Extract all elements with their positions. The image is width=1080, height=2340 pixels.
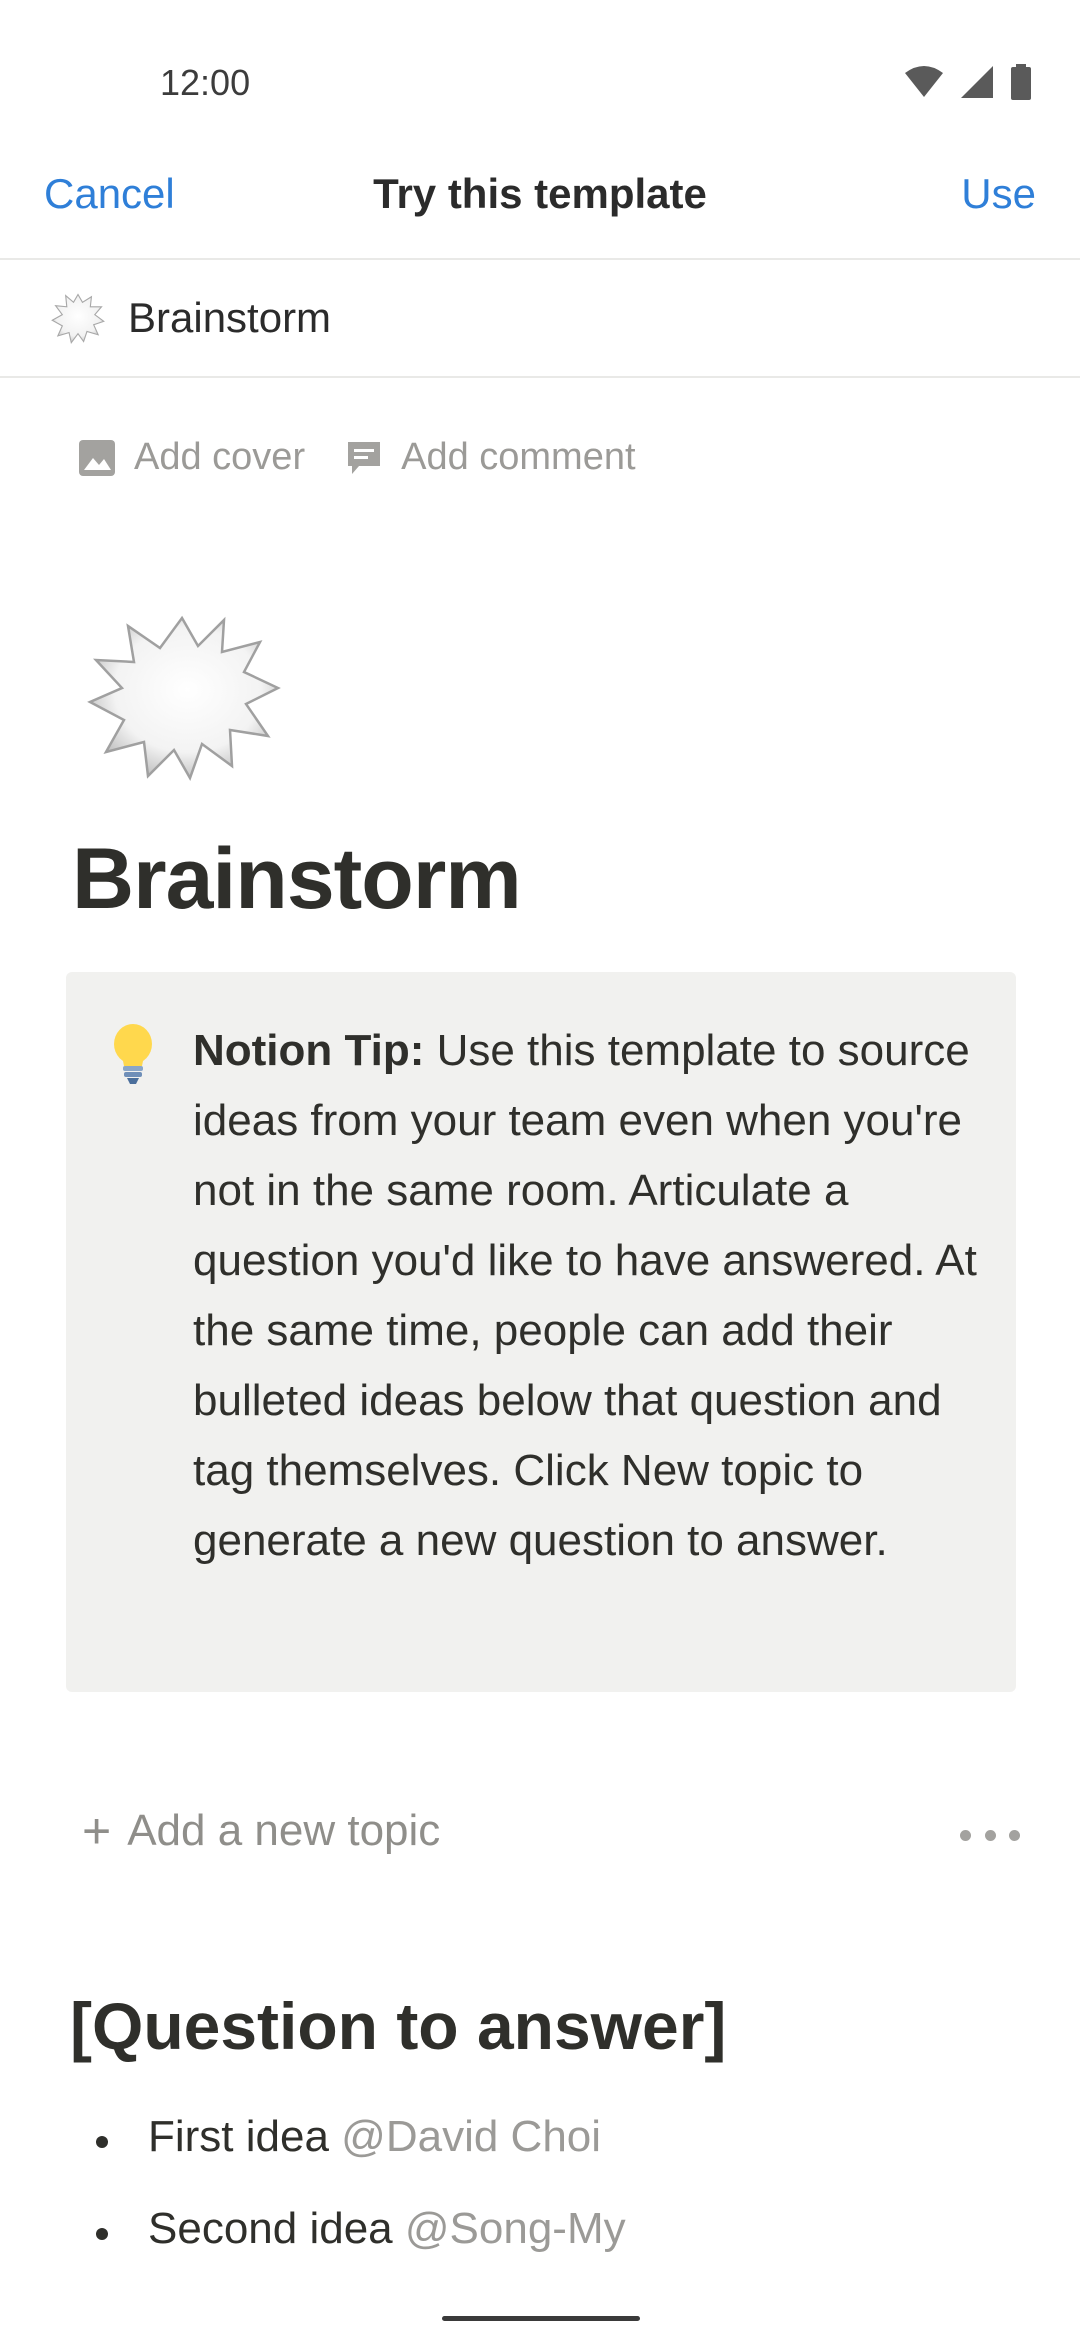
status-bar: 12:00 [0,0,1080,150]
page-title: Brainstorm [72,831,522,927]
ideas-list: First idea @David Choi Second idea @Song… [92,2112,626,2296]
idea-text: Second idea [148,2204,405,2253]
add-comment-label: Add comment [401,436,636,478]
add-comment-button[interactable]: Add comment [345,436,636,479]
home-indicator[interactable] [442,2316,640,2321]
page-actions: Add cover Add comment [78,436,676,479]
add-new-topic-button[interactable]: + Add a new topic [82,1806,440,1856]
light-bulb-icon [114,1024,152,1084]
template-name-row: Brainstorm [0,260,1080,378]
wifi-icon [905,66,943,97]
more-icon[interactable] [960,1820,1020,1850]
speech-burst-icon[interactable] [84,600,284,790]
screen: 12:00 Cancel Try this template Use Brain… [0,0,1080,2340]
cell-signal-icon [961,66,993,98]
add-cover-button[interactable]: Add cover [78,436,305,479]
notion-tip-callout[interactable]: Notion Tip: Use this template to source … [66,972,1016,1692]
idea-text: First idea [148,2112,342,2161]
header-title: Try this template [373,170,707,217]
callout-bold-label: Notion Tip: [193,1026,425,1075]
status-icons [904,62,1032,102]
add-topic-label: Add a new topic [127,1806,441,1855]
plus-icon: + [82,1803,112,1859]
list-item[interactable]: First idea @David Choi [92,2112,626,2204]
list-item[interactable]: Second idea @Song-My [92,2204,626,2296]
callout-body: Use this template to source ideas from y… [193,1026,977,1565]
image-icon [79,439,115,476]
use-template-button[interactable]: Use [961,170,1036,218]
status-time: 12:00 [160,62,251,103]
speech-burst-icon [51,293,105,344]
comment-icon [348,441,381,474]
user-mention[interactable]: @Song-My [405,2204,626,2253]
callout-text: Notion Tip: Use this template to source … [193,1016,983,1576]
add-cover-label: Add cover [134,436,306,478]
user-mention[interactable]: @David Choi [341,2112,601,2161]
template-name: Brainstorm [128,294,332,341]
question-heading: [Question to answer] [70,1989,727,2063]
battery-icon [1011,64,1031,100]
template-header: Cancel Try this template Use [0,150,1080,260]
